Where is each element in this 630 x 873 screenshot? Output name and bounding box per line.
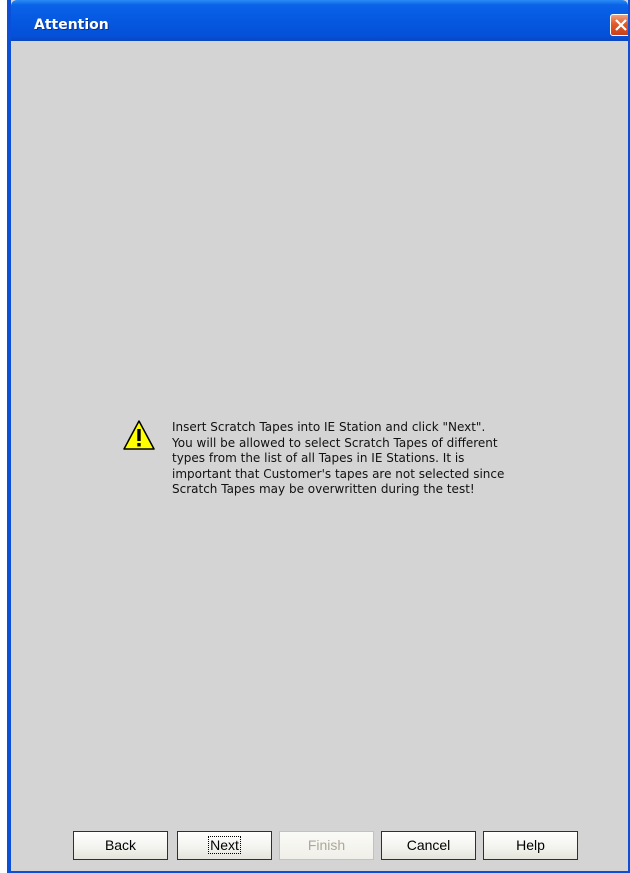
dialog-content: Insert Scratch Tapes into IE Station and… xyxy=(11,41,628,871)
message-text: Insert Scratch Tapes into IE Station and… xyxy=(172,420,505,496)
close-icon xyxy=(615,19,627,31)
next-button[interactable]: Next xyxy=(177,831,272,860)
cancel-button[interactable]: Cancel xyxy=(381,831,476,860)
help-button[interactable]: Help xyxy=(483,831,578,860)
warning-icon xyxy=(123,420,155,450)
next-button-label: Next xyxy=(208,836,241,854)
button-bar: Back Next Finish Cancel Help xyxy=(11,831,628,861)
title-bar[interactable]: Attention xyxy=(11,0,628,41)
window-title: Attention xyxy=(34,17,109,33)
back-button[interactable]: Back xyxy=(73,831,168,860)
finish-button: Finish xyxy=(279,831,374,860)
dialog-window: Attention Insert Scratch Tapes into IE S… xyxy=(7,0,630,873)
close-button[interactable] xyxy=(610,14,628,36)
